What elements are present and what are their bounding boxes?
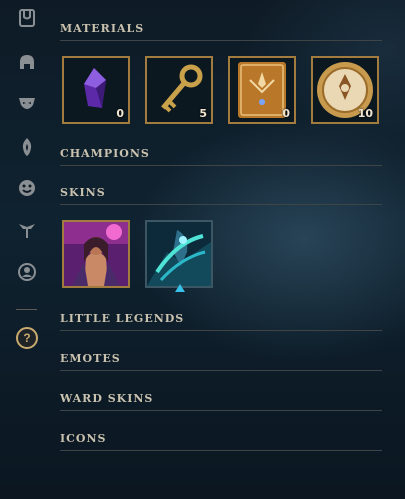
material-coin[interactable]: 10 (311, 56, 379, 124)
help-button[interactable]: ? (16, 327, 38, 349)
section-skins[interactable]: SKINS (60, 186, 382, 205)
bag-icon[interactable] (17, 8, 37, 28)
material-count: 0 (282, 107, 290, 120)
profile-icon[interactable] (17, 262, 37, 282)
mask-icon[interactable] (17, 94, 37, 114)
material-gem[interactable]: 0 (62, 56, 130, 124)
helmet-icon[interactable] (17, 53, 37, 73)
skin-portrait-purple[interactable] (62, 220, 130, 288)
flame-icon[interactable] (17, 137, 37, 157)
section-materials[interactable]: MATERIALS (60, 22, 382, 41)
help-icon: ? (23, 331, 31, 345)
skin-selected-marker (175, 284, 185, 292)
section-emotes[interactable]: EMOTES (60, 352, 382, 371)
skin-image (147, 222, 211, 286)
emote-face-icon[interactable] (17, 178, 37, 198)
section-ward-skins[interactable]: WARD SKINS (60, 392, 382, 411)
material-token-card[interactable]: 0 (228, 56, 296, 124)
skin-image (64, 222, 128, 286)
sidebar: ? (0, 0, 54, 499)
material-count: 5 (199, 107, 207, 120)
material-count: 10 (357, 107, 373, 120)
section-little-legends[interactable]: LITTLE LEGENDS (60, 312, 382, 331)
ward-icon[interactable] (17, 220, 37, 240)
material-count: 0 (116, 107, 124, 120)
section-champions[interactable]: CHAMPIONS (60, 147, 382, 166)
skin-portrait-teal[interactable] (145, 220, 213, 288)
material-key[interactable]: 5 (145, 56, 213, 124)
sidebar-divider (16, 309, 37, 310)
section-icons[interactable]: ICONS (60, 432, 382, 451)
